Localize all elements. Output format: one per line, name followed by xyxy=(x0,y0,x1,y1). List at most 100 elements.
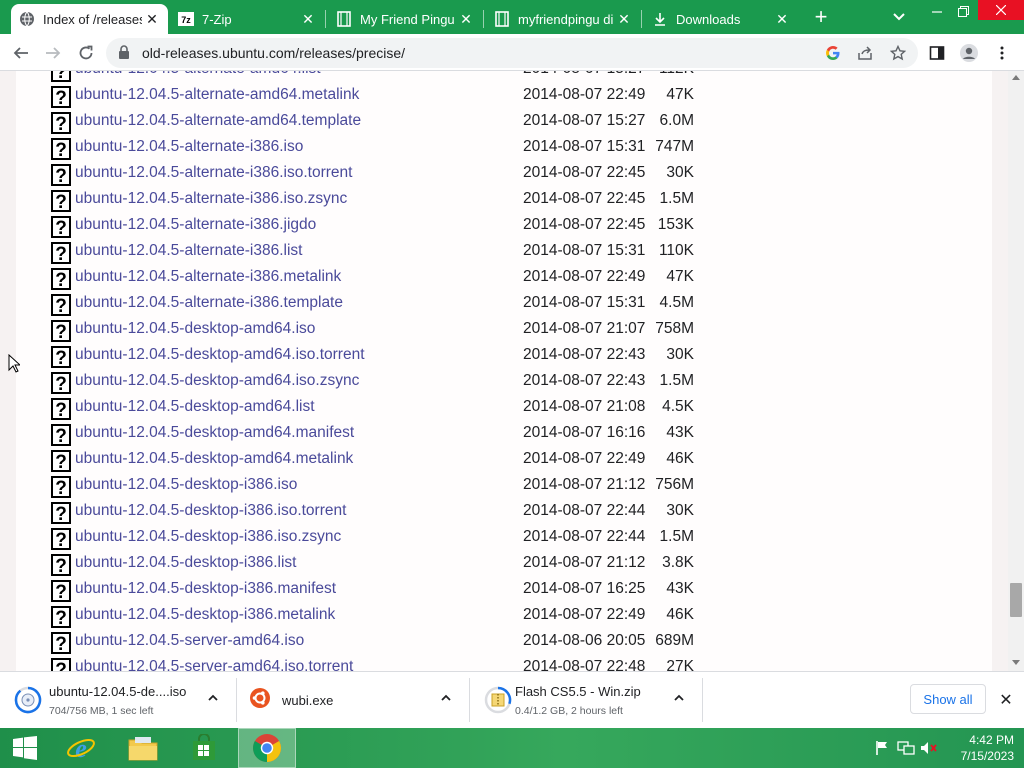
start-icon[interactable] xyxy=(2,728,48,768)
unknown-file-icon[interactable]: ? xyxy=(51,502,71,525)
file-link[interactable]: ubuntu-12.04.5-desktop-i386.metalink xyxy=(75,606,335,624)
file-link[interactable]: ubuntu-12.04.5-alternate-amd64.metalink xyxy=(75,86,359,104)
more-menu-icon[interactable] xyxy=(989,40,1015,66)
unknown-file-icon[interactable]: ? xyxy=(51,580,71,603)
close-tab-icon[interactable]: ✕ xyxy=(456,9,476,29)
restore-icon[interactable] xyxy=(948,0,978,22)
tab-downloads[interactable]: Downloads ✕ xyxy=(644,4,798,34)
chevron-up-icon[interactable] xyxy=(206,691,220,705)
profile-avatar-icon[interactable] xyxy=(956,40,982,66)
unknown-file-icon[interactable]: ? xyxy=(51,86,71,109)
unknown-file-icon[interactable]: ? xyxy=(51,658,71,671)
unknown-file-icon[interactable]: ? xyxy=(51,138,71,161)
share-icon[interactable] xyxy=(856,44,874,62)
scroll-down-arrow-icon[interactable] xyxy=(1012,660,1020,665)
side-panel-icon[interactable] xyxy=(924,40,950,66)
svg-text:7z: 7z xyxy=(181,15,191,25)
file-link[interactable]: ubuntu-12.04.5-alternate-amd64.template xyxy=(75,112,361,130)
file-link[interactable]: ubuntu-12.04.5-alternate-i386.list xyxy=(75,242,302,260)
unknown-file-icon[interactable]: ? xyxy=(51,112,71,135)
chevron-up-icon[interactable] xyxy=(672,691,686,705)
unknown-file-icon[interactable]: ? xyxy=(51,242,71,265)
unknown-file-icon[interactable]: ? xyxy=(51,606,71,629)
unknown-file-icon[interactable]: ? xyxy=(51,190,71,213)
unknown-file-icon[interactable]: ? xyxy=(51,554,71,577)
close-shelf-icon[interactable]: ✕ xyxy=(996,690,1016,710)
scroll-up-arrow-icon[interactable] xyxy=(1012,75,1020,80)
unknown-file-icon[interactable]: ? xyxy=(51,528,71,551)
close-tab-icon[interactable]: ✕ xyxy=(298,9,318,29)
file-link[interactable]: ubuntu-12.04.5-alternate-i386.iso xyxy=(75,138,303,156)
show-all-downloads-button[interactable]: Show all xyxy=(910,684,986,714)
file-link[interactable]: ubuntu-12.04.5-alternate-amd64.list xyxy=(75,71,321,78)
bookmark-star-icon[interactable] xyxy=(889,44,907,62)
file-link[interactable]: ubuntu-12.04.5-alternate-i386.template xyxy=(75,294,343,312)
unknown-file-icon[interactable]: ? xyxy=(51,424,71,447)
file-link[interactable]: ubuntu-12.04.5-desktop-i386.list xyxy=(75,554,296,572)
file-link[interactable]: ubuntu-12.04.5-alternate-i386.iso.zsync xyxy=(75,190,347,208)
file-link[interactable]: ubuntu-12.04.5-desktop-amd64.manifest xyxy=(75,424,354,442)
file-link[interactable]: ubuntu-12.04.5-alternate-i386.metalink xyxy=(75,268,341,286)
network-icon[interactable] xyxy=(897,739,915,757)
reload-icon[interactable] xyxy=(73,40,99,66)
tab-index-of-releases[interactable]: Index of /releases ✕ xyxy=(11,4,168,34)
unknown-file-icon[interactable]: ? xyxy=(51,632,71,655)
google-icon[interactable] xyxy=(824,44,842,62)
download-item[interactable]: Flash CS5.5 - Win.zip 0.4/1.2 GB, 2 hour… xyxy=(470,672,702,728)
tab-myfriendpingu[interactable]: myfriendpingu di ✕ xyxy=(486,4,640,34)
close-tab-icon[interactable]: ✕ xyxy=(142,9,162,29)
tab-title: myfriendpingu di xyxy=(518,11,614,27)
unknown-file-icon[interactable]: ? xyxy=(51,476,71,499)
file-link[interactable]: ubuntu-12.04.5-desktop-amd64.iso.torrent xyxy=(75,346,365,364)
close-window-icon[interactable] xyxy=(978,0,1024,20)
chevron-up-icon[interactable] xyxy=(439,691,453,705)
file-link[interactable]: ubuntu-12.04.5-desktop-i386.iso xyxy=(75,476,297,494)
unknown-file-icon[interactable]: ? xyxy=(51,320,71,343)
address-bar[interactable]: old-releases.ubuntu.com/releases/precise… xyxy=(106,38,918,68)
unknown-file-icon[interactable]: ? xyxy=(51,372,71,395)
unknown-file-icon[interactable]: ? xyxy=(51,398,71,421)
file-link[interactable]: ubuntu-12.04.5-desktop-amd64.metalink xyxy=(75,450,353,468)
close-tab-icon[interactable]: ✕ xyxy=(772,9,792,29)
unknown-file-icon[interactable]: ? xyxy=(51,346,71,369)
lock-icon[interactable] xyxy=(118,45,130,65)
tab-search-chevron-icon[interactable] xyxy=(890,9,908,25)
unknown-file-icon[interactable]: ? xyxy=(51,71,71,83)
download-item[interactable]: wubi.exe xyxy=(237,672,469,728)
file-link[interactable]: ubuntu-12.04.5-desktop-i386.iso.torrent xyxy=(75,502,346,520)
file-link[interactable]: ubuntu-12.04.5-alternate-i386.jigdo xyxy=(75,216,316,234)
unknown-file-icon[interactable]: ? xyxy=(51,216,71,239)
svg-text:?: ? xyxy=(55,140,67,160)
vertical-scrollbar[interactable] xyxy=(1008,71,1024,671)
file-explorer-icon[interactable] xyxy=(120,728,166,768)
close-tab-icon[interactable]: ✕ xyxy=(614,9,634,29)
file-link[interactable]: ubuntu-12.04.5-server-amd64.iso xyxy=(75,632,304,650)
tab-my-friend-pingu[interactable]: My Friend Pingu ✕ xyxy=(328,4,482,34)
file-link[interactable]: ubuntu-12.04.5-desktop-i386.iso.zsync xyxy=(75,528,341,546)
store-icon[interactable] xyxy=(181,728,227,768)
unknown-file-icon[interactable]: ? xyxy=(51,294,71,317)
internet-explorer-icon[interactable]: e xyxy=(58,728,104,768)
file-link[interactable]: ubuntu-12.04.5-server-amd64.iso.torrent xyxy=(75,658,353,671)
back-arrow-icon[interactable] xyxy=(8,40,34,66)
download-item[interactable]: ubuntu-12.04.5-de....iso 704/756 MB, 1 s… xyxy=(0,672,236,728)
listing-row: ? ubuntu-12.04.5-alternate-i386.template 2… xyxy=(0,291,1008,317)
svg-text:?: ? xyxy=(55,296,67,316)
unknown-file-icon[interactable]: ? xyxy=(51,164,71,187)
forward-arrow-icon[interactable] xyxy=(40,40,66,66)
tab-separator xyxy=(325,10,326,28)
taskbar-clock[interactable]: 4:42 PM 7/15/2023 xyxy=(944,732,1014,764)
file-link[interactable]: ubuntu-12.04.5-alternate-i386.iso.torren… xyxy=(75,164,352,182)
file-link[interactable]: ubuntu-12.04.5-desktop-amd64.iso xyxy=(75,320,315,338)
file-link[interactable]: ubuntu-12.04.5-desktop-amd64.iso.zsync xyxy=(75,372,359,390)
unknown-file-icon[interactable]: ? xyxy=(51,450,71,473)
file-link[interactable]: ubuntu-12.04.5-desktop-i386.manifest xyxy=(75,580,336,598)
new-tab-button[interactable]: + xyxy=(810,6,832,28)
chrome-icon[interactable] xyxy=(238,728,296,768)
tab-7-zip[interactable]: 7z 7-Zip ✕ xyxy=(170,4,324,34)
action-center-flag-icon[interactable] xyxy=(873,739,891,757)
volume-muted-icon[interactable] xyxy=(920,739,938,757)
file-link[interactable]: ubuntu-12.04.5-desktop-amd64.list xyxy=(75,398,315,416)
scrollbar-thumb[interactable] xyxy=(1010,583,1022,617)
unknown-file-icon[interactable]: ? xyxy=(51,268,71,291)
